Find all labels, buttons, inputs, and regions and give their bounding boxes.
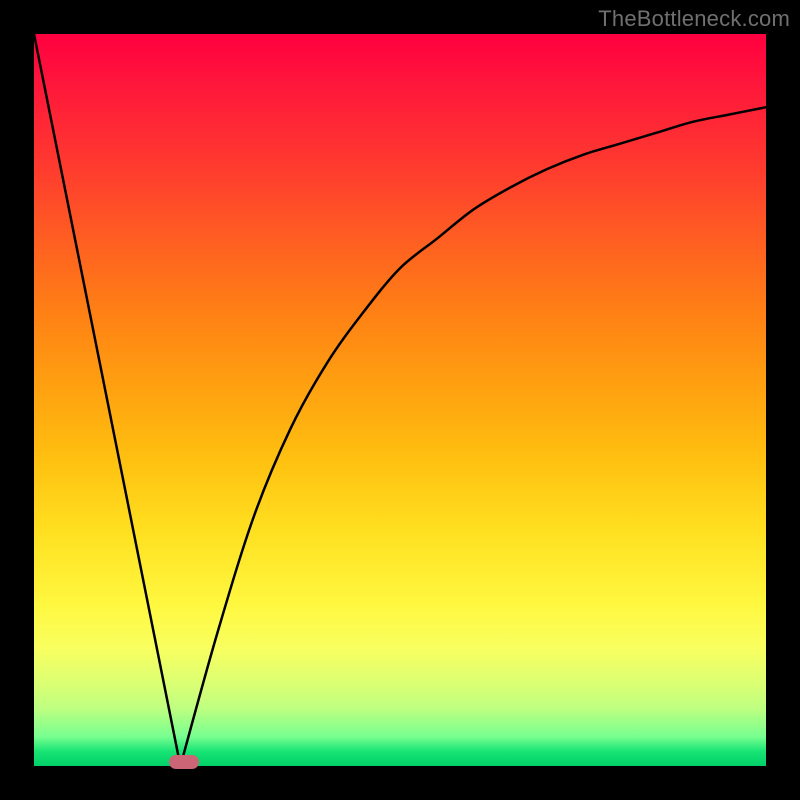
curve-svg xyxy=(34,34,766,766)
bottleneck-curve-left xyxy=(34,34,180,766)
optimal-point-marker xyxy=(169,755,199,769)
plot-area xyxy=(34,34,766,766)
watermark-text: TheBottleneck.com xyxy=(598,6,790,32)
bottleneck-curve-right xyxy=(180,107,766,766)
chart-frame: TheBottleneck.com xyxy=(0,0,800,800)
